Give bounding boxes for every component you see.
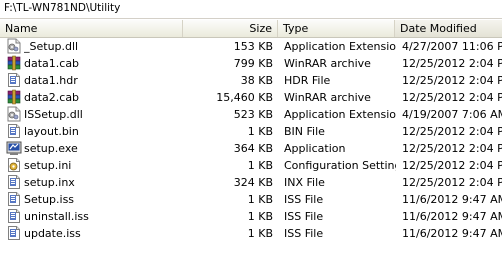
file-type: Application Extension — [284, 40, 396, 53]
file-row[interactable]: Setup.iss 1 KB ISS File 11/6/2012 9:47 AM — [0, 191, 502, 208]
file-row[interactable]: setup.inx 324 KB INX File 12/25/2012 2:04 P… — [0, 174, 502, 191]
file-date-modified: 11/6/2012 9:47 AM — [402, 210, 502, 223]
file-name: layout.bin — [24, 125, 79, 138]
file-name: Setup.iss — [24, 193, 75, 206]
file-type: WinRAR archive — [284, 57, 371, 70]
file-row[interactable]: ISSetup.dll 523 KB Application Extension 4/… — [0, 106, 502, 123]
file-date-modified: 12/25/2012 2:04 PM — [402, 91, 502, 104]
generic-file-icon — [6, 208, 22, 224]
file-date-modified: 12/25/2012 2:04 PM — [402, 159, 502, 172]
file-date-modified: 11/6/2012 9:47 AM — [402, 193, 502, 206]
file-row[interactable]: data1.hdr 38 KB HDR File 12/25/2012 2:04 PM — [0, 72, 502, 89]
generic-file-icon — [6, 123, 22, 139]
address-path: F:\TL-WN781ND\Utility — [4, 2, 121, 14]
file-name: data2.cab — [24, 91, 80, 104]
file-type: Application — [284, 142, 346, 155]
file-name: uninstall.iss — [24, 210, 89, 223]
explorer-window: F:\TL-WN781ND\Utility Name Size Type Dat… — [0, 0, 502, 256]
file-date-modified: 12/25/2012 2:04 PM — [402, 74, 502, 87]
column-header-date-modified[interactable]: Date Modified — [395, 20, 502, 37]
dll-icon — [6, 38, 22, 54]
file-type: Application Extension — [284, 108, 396, 121]
address-bar[interactable]: F:\TL-WN781ND\Utility — [0, 0, 502, 19]
file-name: ISSetup.dll — [24, 108, 83, 121]
file-type: ISS File — [284, 210, 324, 223]
file-row[interactable]: data2.cab 15,460 KB WinRAR archive 12/25/20… — [0, 89, 502, 106]
file-size: 1 KB — [247, 227, 273, 240]
file-date-modified: 4/19/2007 7:06 AM — [402, 108, 502, 121]
file-name: _Setup.dll — [24, 40, 79, 53]
file-date-modified: 12/25/2012 2:04 PM — [402, 176, 502, 189]
file-size: 38 KB — [240, 74, 273, 87]
file-size: 1 KB — [247, 125, 273, 138]
file-row[interactable]: setup.ini 1 KB Configuration Settings 12/25… — [0, 157, 502, 174]
generic-file-icon — [6, 72, 22, 88]
file-type: HDR File — [284, 74, 331, 87]
file-date-modified: 4/27/2007 11:06 PM — [402, 40, 502, 53]
generic-file-icon — [6, 191, 22, 207]
file-size: 523 KB — [233, 108, 273, 121]
file-row[interactable]: layout.bin 1 KB BIN File 12/25/2012 2:04 PM — [0, 123, 502, 140]
column-header-size[interactable]: Size — [183, 20, 278, 37]
file-size: 364 KB — [233, 142, 273, 155]
file-row[interactable]: _Setup.dll 153 KB Application Extension 4/2… — [0, 38, 502, 55]
file-size: 799 KB — [233, 57, 273, 70]
winrar-icon — [6, 89, 22, 105]
winrar-icon — [6, 55, 22, 71]
file-type: INX File — [284, 176, 325, 189]
file-size: 15,460 KB — [216, 91, 273, 104]
setup-exe-icon — [6, 140, 22, 156]
file-size: 324 KB — [233, 176, 273, 189]
column-header-type[interactable]: Type — [278, 20, 395, 37]
file-date-modified: 12/25/2012 2:04 PM — [402, 125, 502, 138]
file-list: _Setup.dll 153 KB Application Extension 4/2… — [0, 38, 502, 242]
file-name: setup.inx — [24, 176, 75, 189]
file-date-modified: 12/25/2012 2:04 PM — [402, 142, 502, 155]
file-row[interactable]: setup.exe 364 KB Application 12/25/2012 2:0… — [0, 140, 502, 157]
file-size: 153 KB — [233, 40, 273, 53]
file-name: update.iss — [24, 227, 81, 240]
file-row[interactable]: data1.cab 799 KB WinRAR archive 12/25/2012 … — [0, 55, 502, 72]
file-date-modified: 12/25/2012 2:04 PM — [402, 57, 502, 70]
file-type: ISS File — [284, 227, 324, 240]
file-size: 1 KB — [247, 210, 273, 223]
column-header-bar: Name Size Type Date Modified — [0, 20, 502, 38]
dll-icon — [6, 106, 22, 122]
file-row[interactable]: uninstall.iss 1 KB ISS File 11/6/2012 9:47 … — [0, 208, 502, 225]
file-date-modified: 11/6/2012 9:47 AM — [402, 227, 502, 240]
generic-file-icon — [6, 225, 22, 241]
file-type: ISS File — [284, 193, 324, 206]
file-name: data1.hdr — [24, 74, 78, 87]
ini-file-icon — [6, 157, 22, 173]
file-type: BIN File — [284, 125, 325, 138]
file-size: 1 KB — [247, 159, 273, 172]
file-type: WinRAR archive — [284, 91, 371, 104]
file-name: data1.cab — [24, 57, 80, 70]
file-row[interactable]: update.iss 1 KB ISS File 11/6/2012 9:47 AM — [0, 225, 502, 242]
file-type: Configuration Settings — [284, 159, 396, 172]
file-name: setup.ini — [24, 159, 72, 172]
file-name: setup.exe — [24, 142, 78, 155]
generic-file-icon — [6, 174, 22, 190]
column-header-name[interactable]: Name — [0, 20, 183, 37]
file-size: 1 KB — [247, 193, 273, 206]
